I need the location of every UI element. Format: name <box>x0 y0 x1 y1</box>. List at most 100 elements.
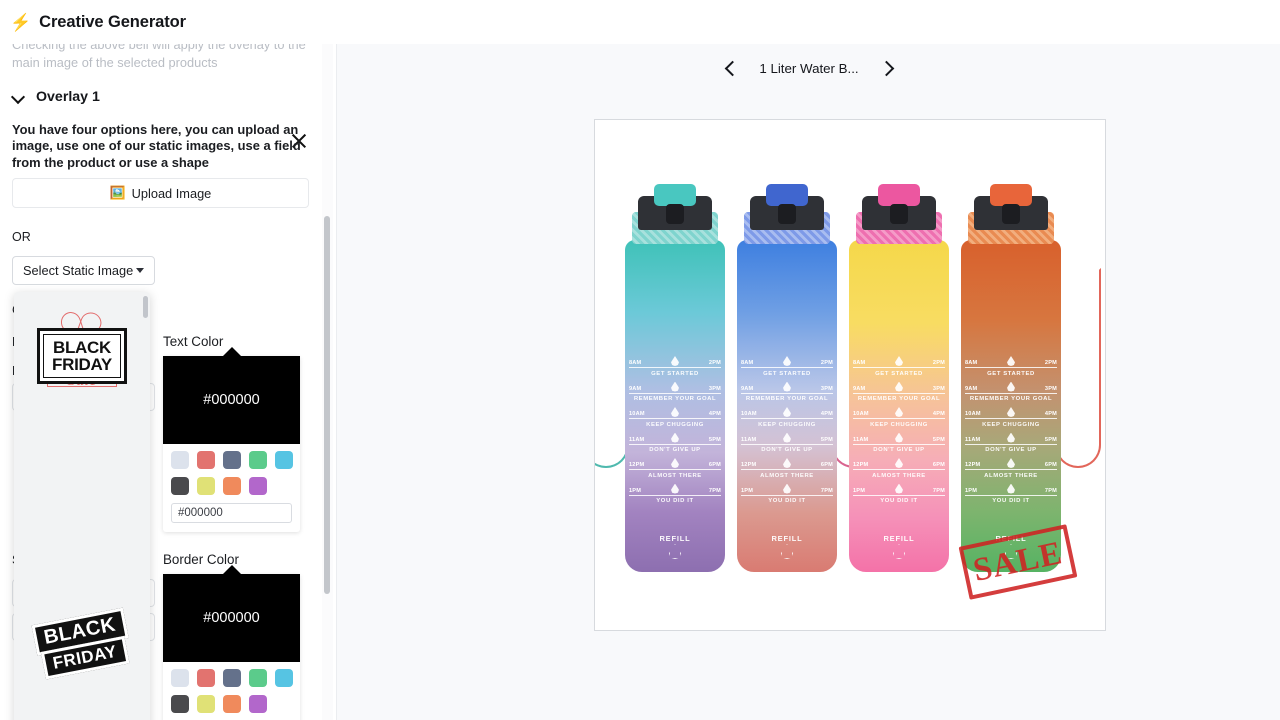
teal-purple-bottle: 8AM 2PM GET STARTED 9AM 3PM REMEMBER YOUR GOA… <box>595 182 725 572</box>
border-swatch-9[interactable] <box>249 695 267 713</box>
time-marker-caption: ALMOST THERE <box>872 472 926 479</box>
overlay-hint-text: Checking the above bell will apply the o… <box>12 44 306 70</box>
border-color-picker[interactable]: #000000 #000000 <box>163 565 300 720</box>
text-swatch-6[interactable] <box>171 477 189 495</box>
border-swatch-8[interactable] <box>223 695 241 713</box>
border-swatch-7[interactable] <box>197 695 215 713</box>
water-drop-icon <box>671 381 679 392</box>
water-drop-icon <box>671 432 679 443</box>
time-marker-caption: DON'T GIVE UP <box>649 447 701 453</box>
time-marker-caption: ALMOST THERE <box>760 472 814 479</box>
border-swatch-5[interactable] <box>275 669 293 687</box>
bottle-body: 8AM 2PM GET STARTED 9AM 3PM REMEMBER YOUR GOA… <box>961 240 1061 572</box>
water-drop-icon <box>783 432 791 443</box>
border-swatch-2[interactable] <box>197 669 215 687</box>
border-swatch-1[interactable] <box>171 669 189 687</box>
upload-image-button[interactable]: 🖼️ Upload Image <box>12 178 309 208</box>
bottle-body: 8AM 2PM GET STARTED 9AM 3PM REMEMBER YOUR GOA… <box>737 240 837 572</box>
bottle-knob <box>778 204 796 224</box>
time-marker-caption: DON'T GIVE UP <box>761 447 813 453</box>
time-marker-caption: REMEMBER YOUR GOAL <box>969 396 1053 402</box>
water-drop-icon <box>783 407 791 417</box>
time-marker-caption: GET STARTED <box>987 370 1035 377</box>
static-image-dropdown-panel[interactable]: BLACK FRIDAY BLACK FRIDAY Sale <box>14 292 150 720</box>
static-image-option-black-friday-tilted[interactable]: BLACK FRIDAY <box>18 580 146 708</box>
bottle-knob <box>666 204 684 224</box>
water-drop-icon <box>781 544 793 559</box>
border-swatch-6[interactable] <box>171 695 189 713</box>
time-marker-caption: YOU DID IT <box>656 498 694 504</box>
time-marker-caption: YOU DID IT <box>768 498 806 504</box>
text-swatch-3[interactable] <box>223 451 241 469</box>
text-swatch-8[interactable] <box>223 477 241 495</box>
text-swatch-4[interactable] <box>249 451 267 469</box>
bottle-body: 8AM 2PM GET STARTED 9AM 3PM REMEMBER YOUR GOA… <box>625 240 725 572</box>
overlay-section-title: Overlay 1 <box>36 89 100 105</box>
text-color-preview[interactable]: #000000 <box>163 347 300 444</box>
time-marker-caption: KEEP CHUGGING <box>646 421 704 428</box>
water-drop-icon <box>671 356 679 366</box>
water-drop-icon <box>1007 356 1015 366</box>
bottle-latch <box>654 184 696 206</box>
canvas-area: 1 Liter Water B... transparent 100% 8AM2… <box>336 44 1280 720</box>
border-swatch-3[interactable] <box>223 669 241 687</box>
border-color-palette <box>163 662 300 717</box>
time-marker-caption: ALMOST THERE <box>984 472 1038 479</box>
water-drop-icon <box>1007 381 1015 392</box>
text-swatch-9[interactable] <box>249 477 267 495</box>
upload-image-label: Upload Image <box>131 185 212 201</box>
bottle-refill-label: REFILL <box>625 534 725 559</box>
time-marker-row: 10AM 4PM <box>853 407 945 419</box>
time-marker-caption: DON'T GIVE UP <box>985 447 1037 453</box>
bottle-time-markers: 8AM 2PM GET STARTED 9AM 3PM REMEMBER YOUR GOA… <box>741 356 833 513</box>
chevron-left-icon[interactable] <box>719 57 741 79</box>
text-swatch-2[interactable] <box>197 451 215 469</box>
chevron-down-icon[interactable] <box>12 90 26 104</box>
bottle-latch <box>878 184 920 206</box>
time-marker-caption: YOU DID IT <box>880 498 918 504</box>
bf-framed-line1: BLACK <box>52 338 111 357</box>
border-swatch-4[interactable] <box>249 669 267 687</box>
water-drop-icon <box>783 483 791 494</box>
chevron-down-icon <box>136 268 144 273</box>
time-marker-caption: GET STARTED <box>651 370 699 377</box>
text-swatch-7[interactable] <box>197 477 215 495</box>
static-image-option-black-friday-framed[interactable]: BLACK FRIDAY <box>18 292 146 420</box>
time-marker-caption: ALMOST THERE <box>648 472 702 479</box>
time-marker-row: 9AM 3PM <box>629 381 721 394</box>
bottle-refill-label: REFILL <box>737 534 837 559</box>
time-marker-row: 9AM 3PM <box>741 381 833 394</box>
overlay-section-header[interactable]: Overlay 1 <box>12 86 310 108</box>
app-header: ⚡ Creative Generator <box>0 0 1280 44</box>
chevron-right-icon[interactable] <box>877 57 899 79</box>
time-marker-caption: REMEMBER YOUR GOAL <box>745 396 829 402</box>
bottle-time-markers: 8AM 2PM GET STARTED 9AM 3PM REMEMBER YOUR GOA… <box>629 356 721 513</box>
app-title: Creative Generator <box>39 12 186 31</box>
time-marker-caption: REMEMBER YOUR GOAL <box>633 396 717 402</box>
time-marker-row: 11AM 5PM <box>741 432 833 445</box>
time-marker-row: 8AM 2PM <box>965 356 1057 368</box>
text-color-picker[interactable]: #000000 #000000 <box>163 347 300 532</box>
orange-green-bottle: 8AM 2PM GET STARTED 9AM 3PM REMEMBER YOUR GOA… <box>961 182 1101 572</box>
time-marker-row: 1PM 7PM <box>853 483 945 496</box>
or-label: OR <box>12 230 31 244</box>
lightning-bolt-icon: ⚡ <box>10 12 32 32</box>
water-drop-icon <box>1007 407 1015 417</box>
water-drop-icon <box>783 356 791 366</box>
water-drop-icon <box>669 544 681 559</box>
time-marker-row: 1PM 7PM <box>741 483 833 496</box>
water-bottles-image: 8AM 2PM GET STARTED 9AM 3PM REMEMBER YOUR GOA… <box>595 120 1105 630</box>
time-marker-caption: YOU DID IT <box>992 498 1030 504</box>
select-static-image-dropdown[interactable]: Select Static Image <box>12 256 155 285</box>
border-color-preview[interactable]: #000000 <box>163 565 300 662</box>
text-swatch-5[interactable] <box>275 451 293 469</box>
text-color-hex-input[interactable]: #000000 <box>171 503 292 523</box>
water-drop-icon <box>895 458 903 468</box>
water-drop-icon <box>895 356 903 366</box>
water-drop-icon <box>1007 458 1015 468</box>
product-image-canvas[interactable]: 8AM 2PM GET STARTED 9AM 3PM REMEMBER YOUR GOA… <box>594 119 1106 631</box>
text-swatch-1[interactable] <box>171 451 189 469</box>
time-marker-caption: DON'T GIVE UP <box>873 447 925 453</box>
panel-scrollbar-thumb[interactable] <box>324 216 330 594</box>
time-marker-row: 8AM 2PM <box>853 356 945 368</box>
